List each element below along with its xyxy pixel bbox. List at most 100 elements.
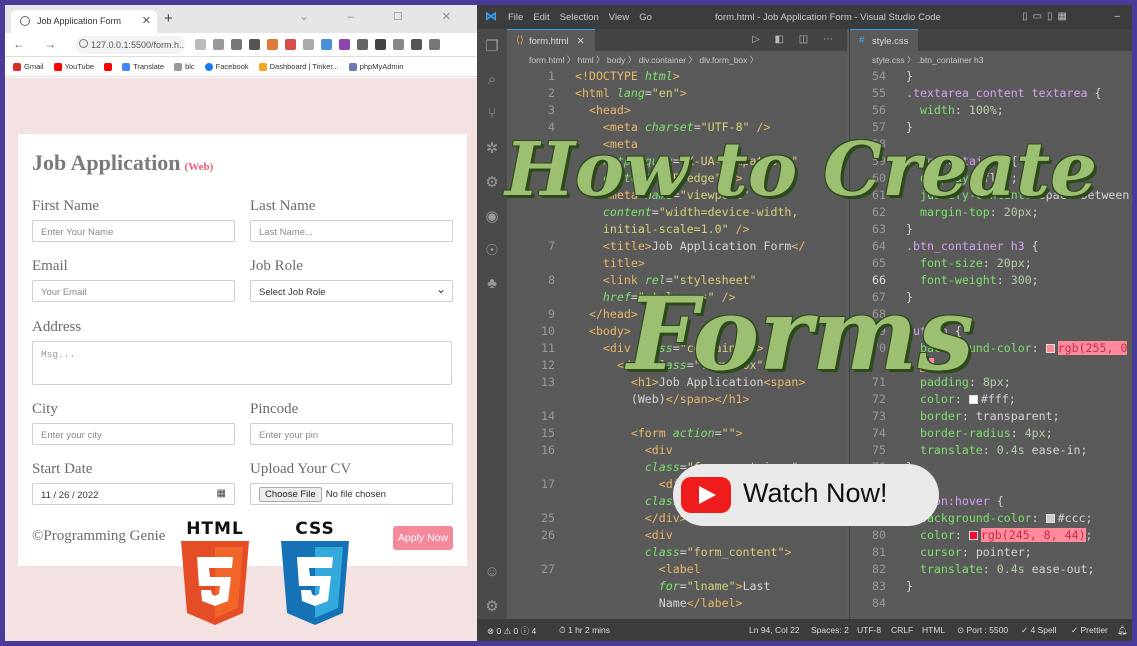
extensions-icon[interactable]: ⚙ <box>477 165 507 199</box>
cv-file-input[interactable]: Choose File No file chosen <box>250 483 453 505</box>
source-control-icon[interactable]: ⑂ <box>477 97 507 131</box>
html-editor-tabs: ⟨⟩ form.html ✕ ▷ ◧ ◫ ⋯ <box>507 29 847 51</box>
city-label: City <box>32 401 58 417</box>
watch-now-button[interactable]: Watch Now! <box>673 464 939 526</box>
city-input[interactable]: Enter your city <box>32 423 235 445</box>
problems-indicator[interactable]: ⊗ 0 ⚠ 0 ⓘ 4 <box>487 625 536 637</box>
city-pin-row: City Enter your city Pincode Enter your … <box>32 401 453 445</box>
live-server-port[interactable]: ⊙ Port : 5500 <box>957 625 1008 636</box>
extension-icons[interactable] <box>195 39 440 50</box>
remote-icon[interactable]: ◉ <box>477 199 507 233</box>
form-title-tag: (Web) <box>184 161 214 173</box>
bookmark-translate[interactable]: Translate <box>122 62 164 71</box>
menu-go[interactable]: Go <box>639 12 652 23</box>
choose-file-button[interactable]: Choose File <box>259 487 322 502</box>
start-date-input[interactable]: 11 / 26 / 2022 <box>32 483 235 505</box>
notifications-icon[interactable]: 🔔︎ <box>1117 625 1128 636</box>
explorer-icon[interactable]: ❐ <box>477 29 507 63</box>
close-tab-icon[interactable]: ✕ <box>577 36 585 47</box>
browser-window: Job Application Form ✕ + ⌄ – ☐ ✕ ← → ⟳ 1… <box>5 5 477 641</box>
start-date-label: Start Date <box>32 461 93 477</box>
bookmark-gmail[interactable]: Gmail <box>13 62 44 71</box>
first-name-input[interactable]: Enter Your Name <box>32 220 235 242</box>
vscode-menu: File Edit Selection View Go <box>508 12 652 23</box>
github-icon[interactable]: ☉ <box>477 233 507 267</box>
menu-file[interactable]: File <box>508 12 523 23</box>
bookmark-youtube-2[interactable] <box>104 62 113 71</box>
menu-edit[interactable]: Edit <box>533 12 549 23</box>
address-row: Address Msg... <box>32 319 452 385</box>
bookmark-facebook[interactable]: Facebook <box>204 62 249 71</box>
thumbnail-frame: Job Application Form ✕ + ⌄ – ☐ ✕ ← → ⟳ 1… <box>0 0 1137 646</box>
bookmark-youtube[interactable]: YouTube <box>53 62 94 71</box>
vscode-window-title: form.html - Job Application Form - Visua… <box>715 12 941 23</box>
window-controls[interactable]: ⌄ – ☐ ✕ <box>299 10 469 23</box>
youtube-play-icon <box>681 477 731 513</box>
tab-form-html[interactable]: ⟨⟩ form.html ✕ <box>507 29 595 51</box>
browser-toolbar: ← → ⟳ 127.0.0.1:5500/form.h... <box>5 33 477 57</box>
vscode-statusbar: ⊗ 0 ⚠ 0 ⓘ 4 ⏱ 1 hr 2 mins Ln 94, Col 22 … <box>477 619 1132 641</box>
last-name-input[interactable]: Last Name... <box>250 220 453 242</box>
job-role-select[interactable]: Select Job Role <box>250 280 453 302</box>
html-file-icon: ⟨⟩ <box>516 35 524 46</box>
activity-bar: ❐ ⌕ ⑂ ✲ ⚙ ◉ ☉ ♣ ☺ ⚙ <box>477 29 507 619</box>
apply-now-button[interactable]: Apply Now <box>393 526 453 550</box>
first-name-label: First Name <box>32 198 100 214</box>
last-name-label: Last Name <box>250 198 316 214</box>
prettier-status[interactable]: ✓ Prettier <box>1071 625 1108 636</box>
vscode-titlebar: ⋈ File Edit Selection View Go form.html … <box>477 5 1132 29</box>
indentation[interactable]: Spaces: 2 <box>811 625 849 635</box>
css3-badge: CSS <box>277 519 353 625</box>
date-cv-row: Start Date 11 / 26 / 2022 Upload Your CV… <box>32 461 453 505</box>
name-row: First Name Enter Your Name Last Name Las… <box>32 198 453 242</box>
pincode-input[interactable]: Enter your pin <box>250 423 453 445</box>
close-tab-icon[interactable]: ✕ <box>142 14 151 27</box>
copyright-text: ©Programming Genie <box>32 528 166 544</box>
address-textarea[interactable]: Msg... <box>32 341 452 385</box>
cv-label: Upload Your CV <box>250 461 352 477</box>
encoding[interactable]: UTF-8 <box>857 625 881 635</box>
editor-actions[interactable]: ▷ ◧ ◫ ⋯ <box>752 34 839 45</box>
form-title: Job Application (Web) <box>32 150 214 175</box>
bookmark-phpmyadmin[interactable]: phpMyAdmin <box>348 62 403 71</box>
settings-gear-icon[interactable]: ⚙ <box>477 589 507 623</box>
html-badge-label: HTML <box>186 519 244 539</box>
line-ending[interactable]: CRLF <box>891 625 913 635</box>
css-file-icon: # <box>859 35 865 46</box>
bookmark-blc[interactable]: blc <box>174 62 195 71</box>
css-badge-label: CSS <box>295 519 335 539</box>
tab-style-css[interactable]: # style.css <box>850 29 919 51</box>
spell-check[interactable]: ✓ 4 Spell <box>1021 625 1056 636</box>
debug-icon[interactable]: ✲ <box>477 131 507 165</box>
vscode-logo-icon: ⋈ <box>485 9 497 23</box>
email-label: Email <box>32 258 68 274</box>
css-breadcrumb: style.css 〉 .btn_container h3 <box>872 55 984 65</box>
email-role-row: Email Your Email Job Role Select Job Rol… <box>32 258 453 302</box>
leaf-icon[interactable]: ♣ <box>477 267 507 301</box>
account-icon[interactable]: ☺ <box>477 555 507 589</box>
browser-tabstrip: Job Application Form ✕ + ⌄ – ☐ ✕ <box>5 5 477 33</box>
thumbnail-canvas: Job Application Form ✕ + ⌄ – ☐ ✕ ← → ⟳ 1… <box>5 5 1132 641</box>
bookmark-dashboard[interactable]: Dashboard | Tinker... <box>258 62 339 71</box>
css-editor-tabs: # style.css <box>850 29 1132 51</box>
browser-tab-title: Job Application Form <box>37 16 122 26</box>
minimize-icon[interactable]: – <box>1114 11 1120 22</box>
cursor-position[interactable]: Ln 94, Col 22 <box>749 625 800 635</box>
job-role-label: Job Role <box>250 258 303 274</box>
menu-selection[interactable]: Selection <box>560 12 599 23</box>
browser-tab[interactable]: Job Application Form ✕ <box>11 10 157 33</box>
subline-text: Forms <box>627 275 975 393</box>
html5-shield-icon <box>181 541 249 625</box>
address-bar[interactable]: 127.0.0.1:5500/form.h... <box>75 36 185 54</box>
layout-toggle-icons[interactable]: ▯▭▯▦ <box>1022 11 1072 22</box>
html5-badge: HTML <box>177 519 253 625</box>
info-icon <box>79 39 88 48</box>
bookmarks-bar: Gmail YouTube Translate blc Facebook Das… <box>5 57 477 77</box>
pincode-label: Pincode <box>250 401 299 417</box>
new-tab-button[interactable]: + <box>164 10 173 27</box>
headline-text: How to Create <box>505 127 1098 213</box>
search-icon[interactable]: ⌕ <box>477 63 507 97</box>
email-input[interactable]: Your Email <box>32 280 235 302</box>
menu-view[interactable]: View <box>609 12 629 23</box>
language-mode[interactable]: HTML <box>922 625 945 635</box>
